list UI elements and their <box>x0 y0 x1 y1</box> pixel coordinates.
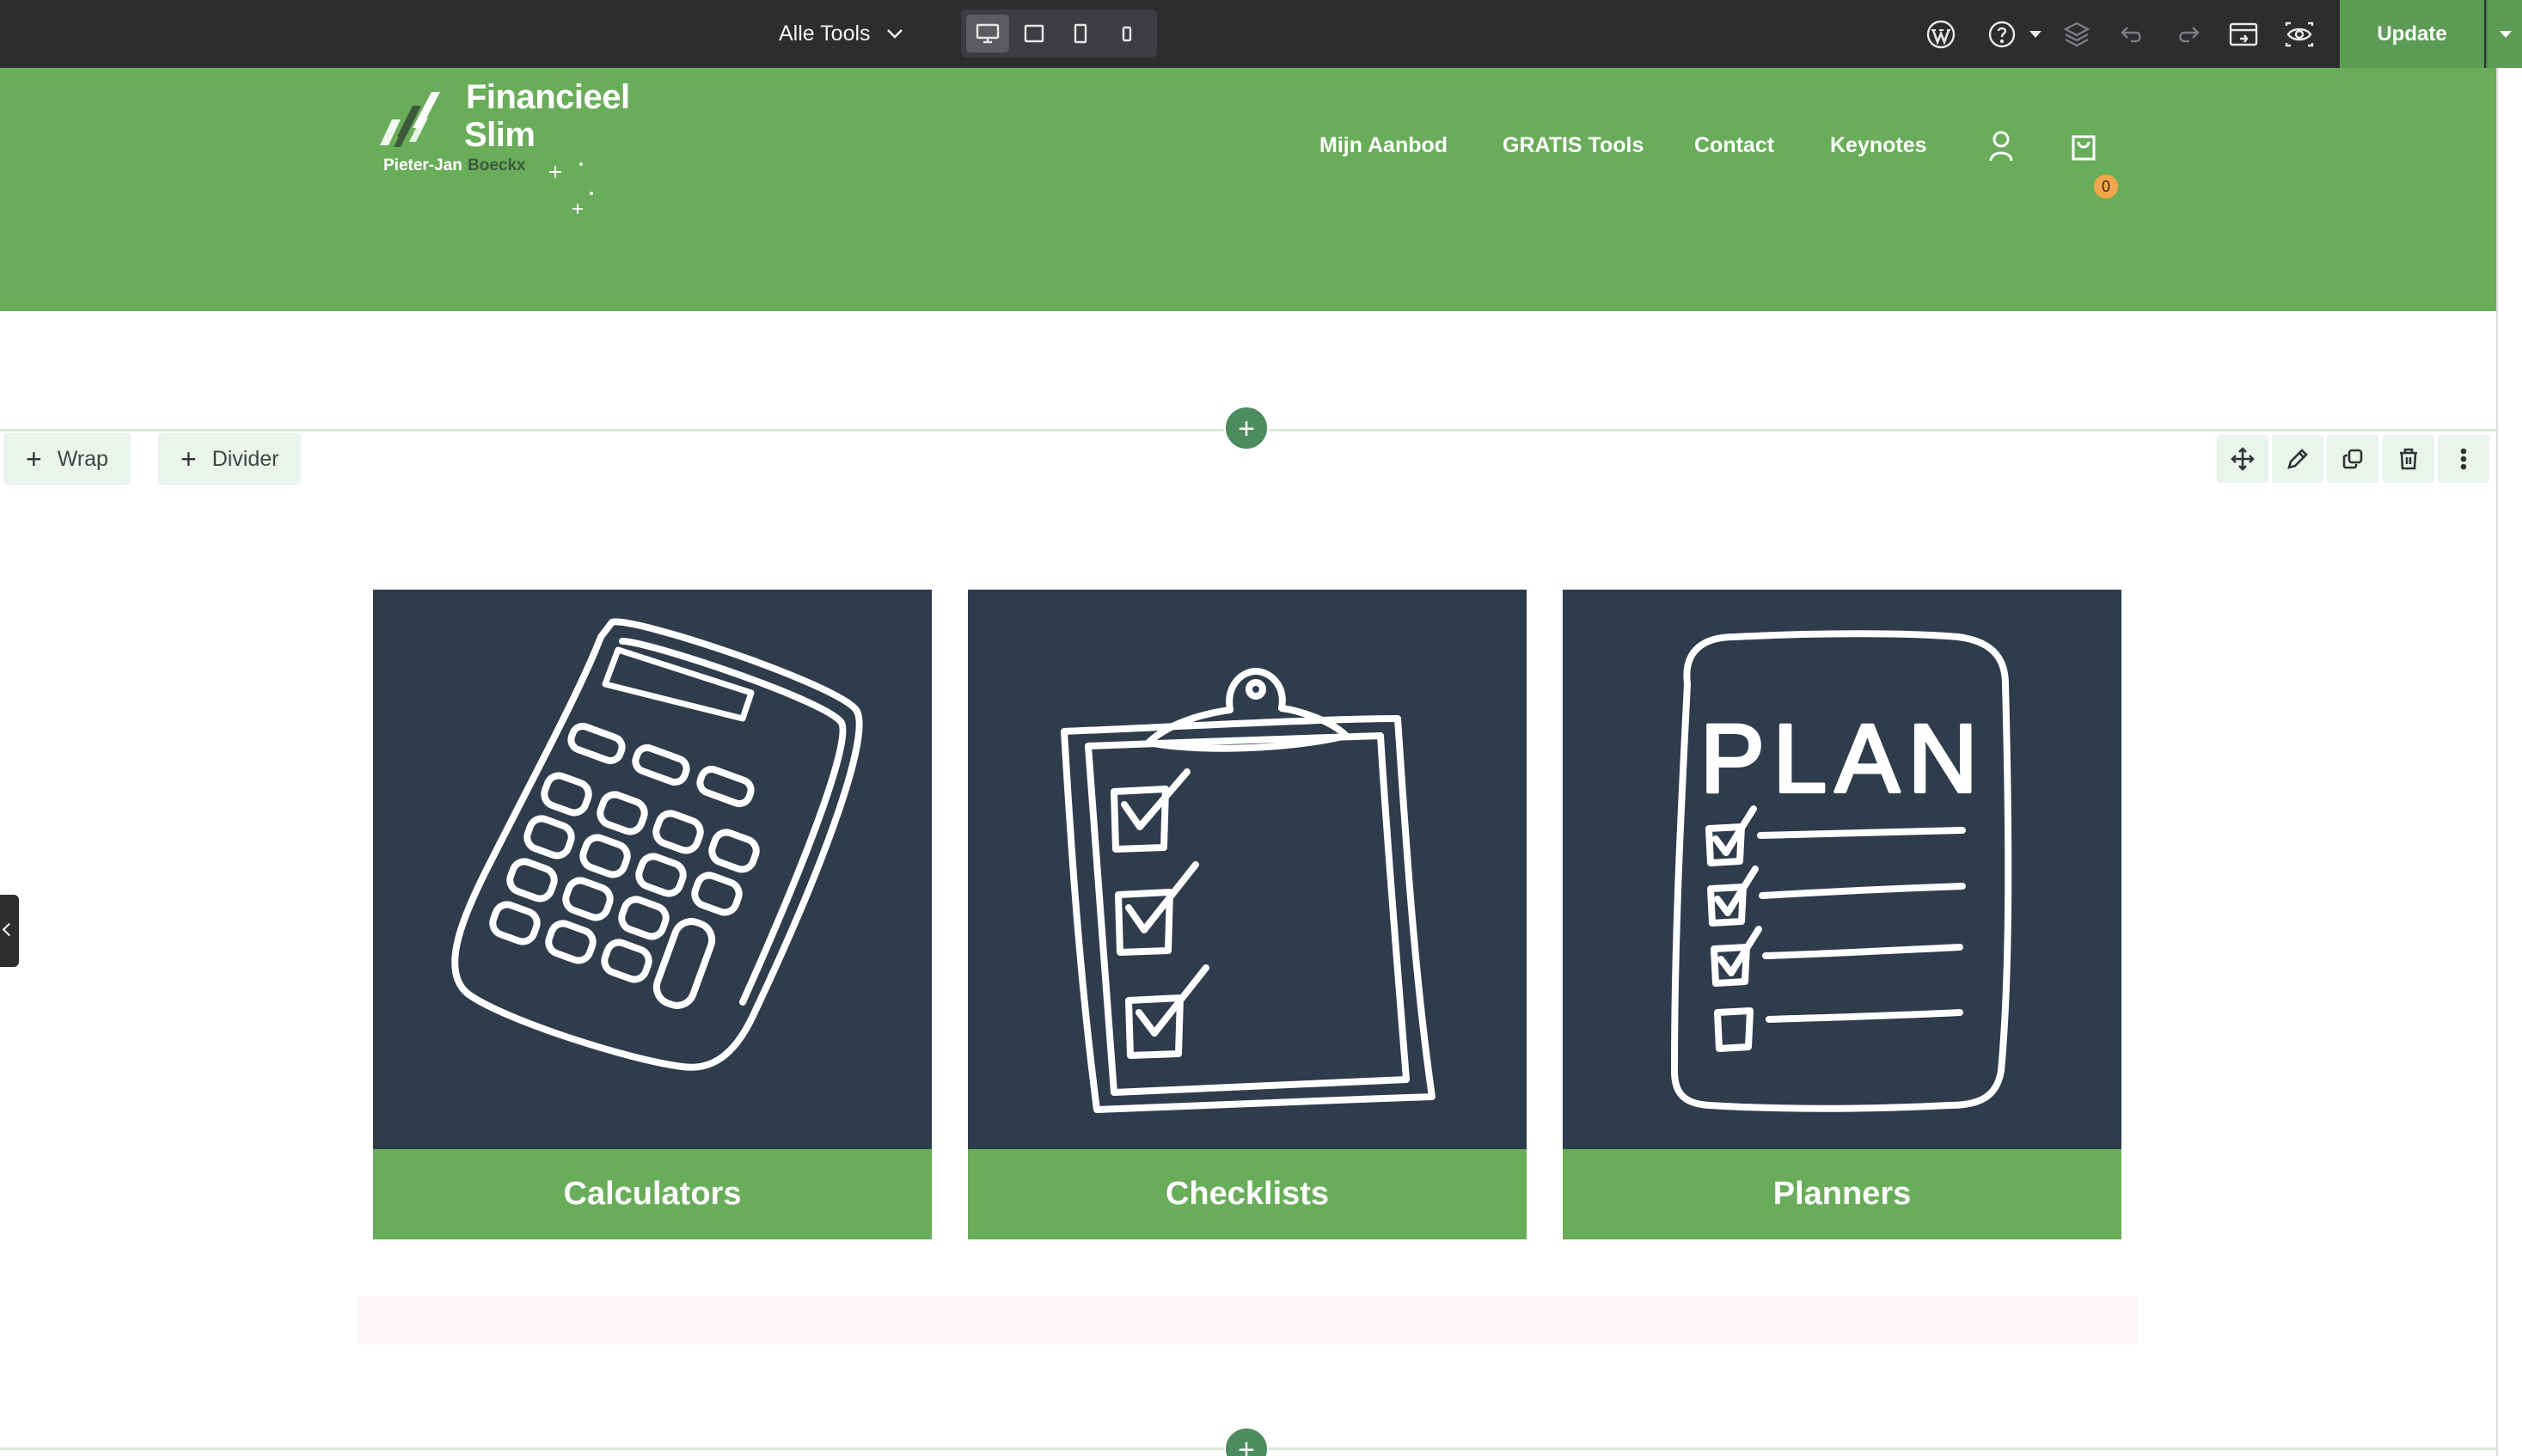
preview-window-button[interactable] <box>2225 15 2262 53</box>
add-wrap-button[interactable]: + Wrap <box>3 433 131 485</box>
duplicate-section-button[interactable] <box>2327 435 2378 483</box>
nav-item-contact[interactable]: Contact <box>1694 133 1774 158</box>
plan-list-icon: PLAN <box>1671 630 2012 1112</box>
tablet-portrait-view-button[interactable] <box>1059 15 1102 52</box>
preview-window-icon <box>2229 22 2258 46</box>
wordpress-button[interactable] <box>1922 15 1960 53</box>
help-icon <box>1988 21 2016 48</box>
redo-icon <box>2179 27 2200 43</box>
card-image <box>968 590 1527 1149</box>
tablet-landscape-view-button[interactable] <box>1013 15 1056 52</box>
site-header: Financieel Slim Pieter-Jan Boeckx Mijn A… <box>0 68 2498 311</box>
nav-item-mijn-aanbod[interactable]: Mijn Aanbod <box>1319 133 1448 158</box>
add-divider-button[interactable]: + Divider <box>158 433 302 485</box>
edit-section-button[interactable] <box>2272 435 2323 483</box>
plus-icon: + <box>181 444 197 474</box>
template-selector[interactable]: Alle Tools <box>779 17 905 50</box>
logo-stripes-icon <box>380 92 440 147</box>
preview-button[interactable] <box>2280 15 2318 53</box>
calculator-icon <box>451 618 863 1071</box>
desktop-view-button[interactable] <box>966 15 1009 52</box>
card-planners[interactable]: PLAN Planners <box>1563 590 2121 1239</box>
desktop-icon <box>976 23 1000 44</box>
duplicate-icon <box>2342 449 2363 469</box>
device-switcher <box>961 9 1157 58</box>
trash-icon <box>2400 448 2417 470</box>
undo-button[interactable] <box>2114 15 2152 53</box>
add-wrap-label: Wrap <box>57 446 108 471</box>
move-arrows-icon <box>2231 447 2255 471</box>
card-label: Calculators <box>373 1149 932 1239</box>
mobile-view-button[interactable] <box>1105 15 1148 52</box>
help-button[interactable] <box>1983 15 2021 53</box>
logo-author-last: Boeckx <box>468 156 526 174</box>
eye-icon <box>2285 21 2314 47</box>
chevron-down-icon <box>886 29 903 39</box>
cart-button[interactable] <box>2066 128 2101 164</box>
add-section-button-top[interactable]: + <box>1224 406 1269 450</box>
more-options-button[interactable] <box>2438 435 2489 483</box>
help-dropdown-caret[interactable] <box>2029 31 2041 38</box>
wordpress-icon <box>1926 20 1956 49</box>
more-vertical-icon <box>2460 448 2467 470</box>
card-image: PLAN <box>1563 590 2121 1149</box>
delete-section-button[interactable] <box>2383 435 2434 483</box>
add-section-button-bottom[interactable]: + <box>1224 1427 1269 1456</box>
undo-icon <box>2121 27 2141 43</box>
card-calculators[interactable]: Calculators <box>373 590 932 1239</box>
cart-count-badge: 0 <box>2094 174 2118 199</box>
collapse-sidebar-tab[interactable] <box>0 895 19 967</box>
update-button[interactable]: Update <box>2340 0 2484 68</box>
update-options-caret[interactable] <box>2486 0 2522 68</box>
logo-line-1: Financieel <box>466 78 630 116</box>
empty-element-placeholder[interactable] <box>356 1295 2139 1345</box>
move-section-button[interactable] <box>2217 435 2268 483</box>
tablet-landscape-icon <box>1024 24 1044 43</box>
account-button[interactable] <box>1984 128 2018 164</box>
logo-author-first: Pieter-Jan <box>383 156 462 174</box>
editor-toolbar: Alle Tools Update <box>0 0 2522 68</box>
nav-item-keynotes[interactable]: Keynotes <box>1830 133 1927 158</box>
logo-line-2: Slim <box>464 116 536 154</box>
mobile-icon <box>1122 26 1132 42</box>
nav-item-gratis-tools[interactable]: GRATIS Tools <box>1503 133 1644 158</box>
layers-icon <box>2063 21 2090 47</box>
sparkle-icon <box>549 162 593 214</box>
plan-text: PLAN <box>1700 705 1986 812</box>
plus-icon: + <box>26 444 42 474</box>
card-label: Planners <box>1563 1149 2121 1239</box>
layers-button[interactable] <box>2058 15 2096 53</box>
clipboard-checklist-icon <box>1061 668 1435 1113</box>
tablet-portrait-icon <box>1074 23 1087 44</box>
site-logo[interactable]: Financieel Slim Pieter-Jan Boeckx <box>378 80 645 217</box>
card-label: Checklists <box>968 1149 1527 1239</box>
shopping-bag-icon <box>2072 135 2096 161</box>
card-checklists[interactable]: Checklists <box>968 590 1527 1239</box>
canvas-edge-divider <box>2496 68 2498 1456</box>
template-title: Alle Tools <box>779 21 871 46</box>
pencil-icon <box>2287 449 2308 469</box>
add-divider-label: Divider <box>211 446 279 471</box>
redo-button[interactable] <box>2169 15 2207 53</box>
card-image <box>373 590 932 1149</box>
user-icon <box>1989 131 2013 162</box>
